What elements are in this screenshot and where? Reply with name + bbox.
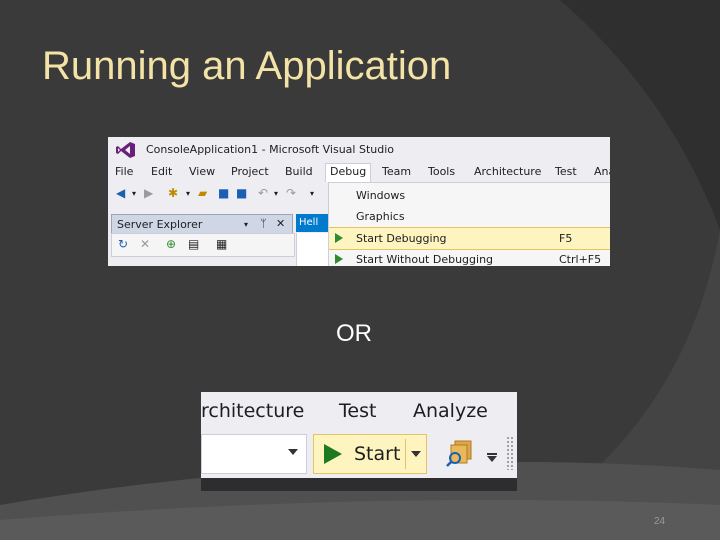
back-dropdown-icon[interactable]: ▾ <box>132 189 136 198</box>
menu-architecture[interactable]: Architecture <box>474 165 541 178</box>
menu-analyze[interactable]: Ana <box>594 165 610 178</box>
menu-bar: File Edit View Project Build Debug Team … <box>108 162 610 182</box>
start-button[interactable]: Start <box>313 434 427 474</box>
menu-item-start-without-debugging[interactable]: Start Without Debugging Ctrl+F5 <box>329 249 610 266</box>
stop-icon[interactable]: ✕ <box>140 237 150 251</box>
editor-area[interactable] <box>296 233 329 266</box>
visual-studio-logo-icon <box>116 142 135 158</box>
find-in-files-icon[interactable] <box>445 438 475 468</box>
dark-strip <box>201 478 517 491</box>
menu-debug[interactable]: Debug <box>325 163 372 182</box>
forward-icon[interactable]: ▶ <box>144 186 153 200</box>
slide-title: Running an Application <box>42 44 452 88</box>
pin-icon[interactable]: ᛘ <box>260 217 267 230</box>
standard-toolbar: ◀ ▾ ▶ ✱ ▾ ▰ ■ ■ ↶ ▾ ↷ ▾ <box>108 182 328 206</box>
vs-debug-menu-screenshot: ConsoleApplication1 - Microsoft Visual S… <box>108 137 610 266</box>
document-tab[interactable]: Hell <box>296 214 328 232</box>
menu-build[interactable]: Build <box>285 165 313 178</box>
menu-item-windows[interactable]: Windows <box>329 185 610 206</box>
save-all-icon[interactable]: ■ <box>236 186 247 200</box>
server-explorer-header: Server Explorer ▾ ᛘ ✕ <box>111 214 293 234</box>
close-icon[interactable]: ✕ <box>276 217 285 230</box>
shortcut-f5: F5 <box>559 232 573 245</box>
server-explorer-title: Server Explorer <box>117 218 203 231</box>
connect-server-icon[interactable]: ▤ <box>188 237 199 251</box>
chevron-down-icon <box>288 449 298 455</box>
new-dropdown-icon[interactable]: ▾ <box>186 189 190 198</box>
menu-item-start-debugging[interactable]: Start Debugging F5 <box>329 227 610 250</box>
undo-dropdown-icon[interactable]: ▾ <box>274 189 278 198</box>
refresh-icon[interactable]: ↻ <box>118 237 128 251</box>
start-dropdown-icon[interactable] <box>411 451 421 457</box>
start-button-divider <box>405 439 406 469</box>
menu-item-graphics[interactable]: Graphics <box>329 206 610 227</box>
menu-file[interactable]: File <box>115 165 133 178</box>
toolbar-grip-icon[interactable] <box>506 436 514 470</box>
server-explorer-toolbar: ↻ ✕ ⊕ ▤ ▦ <box>111 233 295 257</box>
new-project-icon[interactable]: ✱ <box>168 186 178 200</box>
toolbar-overflow-bar <box>487 453 497 455</box>
or-separator: OR <box>336 320 372 347</box>
shortcut-ctrl-f5: Ctrl+F5 <box>559 253 602 266</box>
redo-icon[interactable]: ↷ <box>286 186 296 200</box>
solution-configuration-combo[interactable] <box>201 434 307 474</box>
menu-edit[interactable]: Edit <box>151 165 172 178</box>
panel-dropdown-icon[interactable]: ▾ <box>244 220 248 229</box>
undo-icon[interactable]: ↶ <box>258 186 268 200</box>
play-icon <box>324 444 342 464</box>
play-outline-icon <box>335 254 343 264</box>
menu-tools[interactable]: Tools <box>428 165 455 178</box>
play-icon <box>335 233 343 243</box>
start-button-label: Start <box>354 443 401 465</box>
toolbar-overflow-icon[interactable] <box>487 456 497 462</box>
vs-titlebar: ConsoleApplication1 - Microsoft Visual S… <box>108 137 610 162</box>
document-tab-label: Hell <box>299 217 319 228</box>
menu-team[interactable]: Team <box>382 165 411 178</box>
menu-view[interactable]: View <box>189 165 215 178</box>
menu-test[interactable]: Test <box>339 400 376 422</box>
menu-test[interactable]: Test <box>555 165 577 178</box>
menu-architecture[interactable]: rchitecture <box>201 400 304 422</box>
debug-dropdown-menu: Windows Graphics Start Debugging F5 Star… <box>328 182 610 266</box>
sharepoint-icon[interactable]: ▦ <box>216 237 227 251</box>
window-title: ConsoleApplication1 - Microsoft Visual S… <box>146 143 395 156</box>
connect-database-icon[interactable]: ⊕ <box>166 237 176 251</box>
redo-dropdown-icon[interactable]: ▾ <box>310 189 314 198</box>
menu-analyze[interactable]: Analyze <box>413 400 488 422</box>
open-file-icon[interactable]: ▰ <box>198 186 207 200</box>
page-number: 24 <box>654 516 666 527</box>
save-icon[interactable]: ■ <box>218 186 229 200</box>
start-button-screenshot: rchitecture Test Analyze Start <box>201 392 517 491</box>
back-icon[interactable]: ◀ <box>116 186 125 200</box>
menu-project[interactable]: Project <box>231 165 269 178</box>
